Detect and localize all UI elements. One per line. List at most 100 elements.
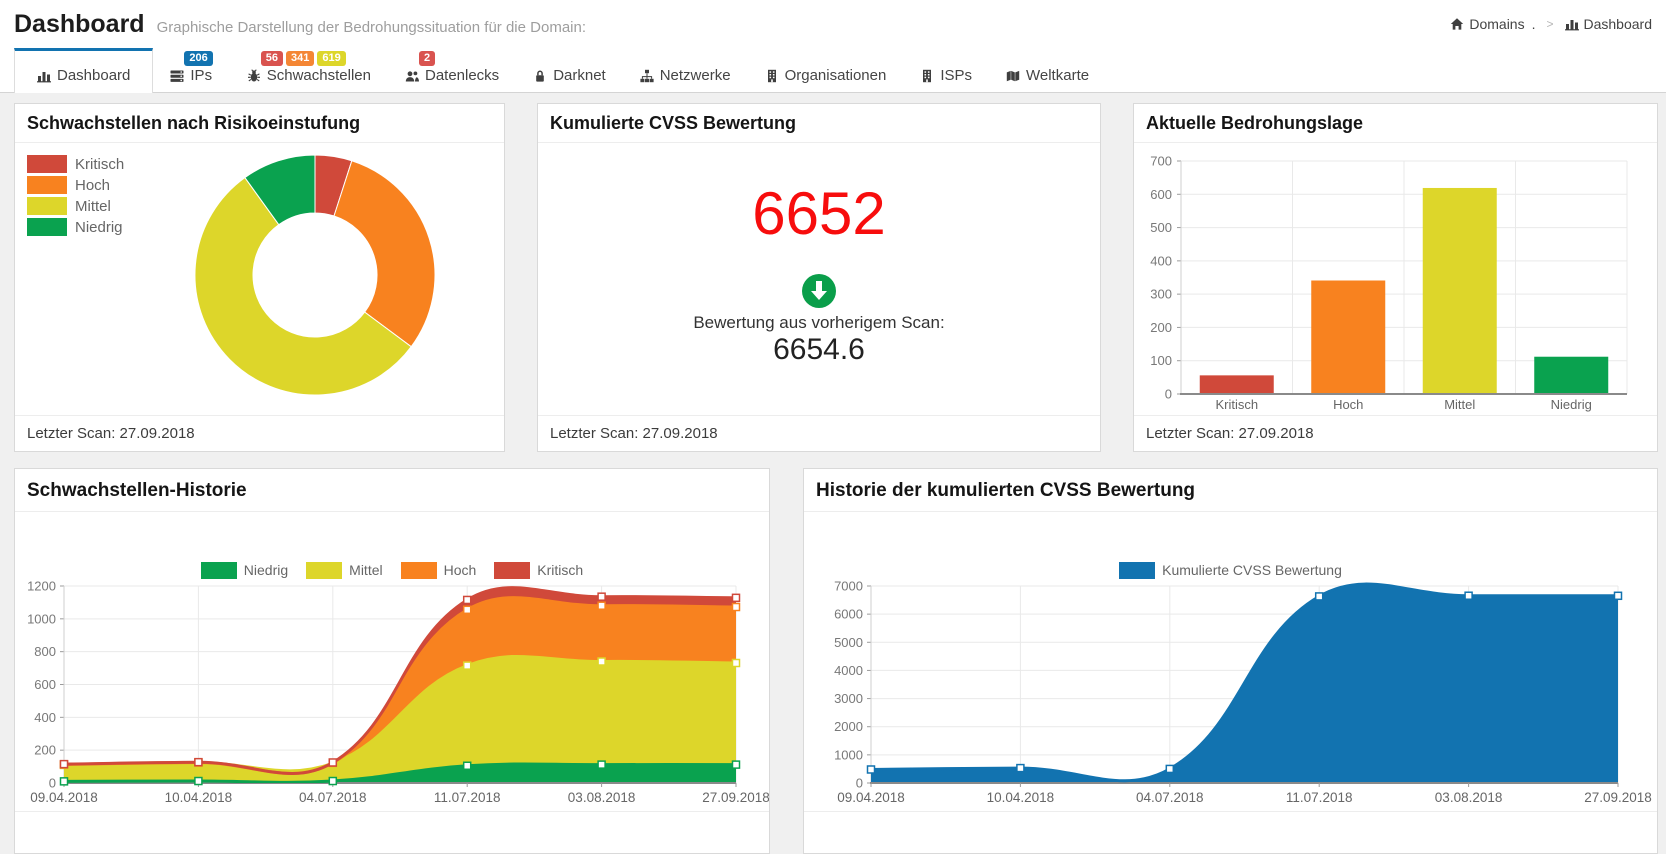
svg-text:600: 600 [34,677,56,692]
legend-swatch [200,561,237,579]
legend-label: Niedrig [243,562,289,578]
cvss-score-body: 6652 Bewertung aus vorherigem Scan: 6654… [538,143,1100,415]
panel-header: Kumulierte CVSS Bewertung [538,104,1100,143]
users-icon [405,70,419,81]
svg-text:Kritisch: Kritisch [1215,397,1258,412]
tab-label: Weltkarte [1026,67,1090,84]
svg-text:0: 0 [1165,387,1172,402]
legend-item-niedrig[interactable]: Niedrig [200,560,289,580]
legend-item-hoch[interactable]: Hoch [400,560,476,580]
panel-title: Aktuelle Bedrohungslage [1146,113,1364,133]
building-icon [923,69,932,82]
legend-item-mittel[interactable]: Mittel [306,560,383,580]
svg-text:6000: 6000 [834,607,863,622]
legend-label: Mittel [349,562,383,578]
panel-cvss-history: Historie der kumulierten CVSS Bewertung … [803,468,1658,854]
legend-label: Hoch [75,176,111,194]
legend-item-kumulierte-cvss-bewertung[interactable]: Kumulierte CVSS Bewertung [1119,560,1342,580]
svg-text:400: 400 [1150,253,1172,268]
tab-dashboard[interactable]: Dashboard [14,48,154,93]
tab-label: ISPs [940,67,972,84]
svg-text:11.07.2018: 11.07.2018 [434,790,501,805]
svg-text:0: 0 [49,776,56,791]
bar-chart-icon [1564,20,1579,31]
risk-donut-body: Kritisch Hoch Mittel Niedrig [15,143,504,415]
tab-label: Darknet [553,67,606,84]
legend-item-mittel[interactable]: Mittel [27,197,124,215]
tab-organisationen[interactable]: Organisationen [748,48,904,92]
tab-netzwerke[interactable]: Netzwerke [623,48,748,92]
legend-item-hoch[interactable]: Hoch [27,176,124,194]
svg-text:600: 600 [1150,187,1172,202]
svg-text:03.08.2018: 03.08.2018 [568,790,636,805]
panel-title: Schwachstellen-Historie [27,480,247,501]
tab-badges: 56 341 619 [260,51,346,66]
tab-darknet[interactable]: Darknet [516,48,623,92]
tab-schwachstellen[interactable]: 56 341 619 Schwachstellen [230,48,388,92]
legend-swatch [306,561,343,579]
vuln-history-body: Niedrig Mittel Hoch Kritisch 0 200 400 600 800 1… [15,512,769,811]
risk-donut-legend: Kritisch Hoch Mittel Niedrig [27,155,124,236]
page-title: Dashboard [14,10,145,38]
dashboard-page: { "header": { "title": "Dashboard", "sub… [0,0,1666,854]
tab-label: Schwachstellen [266,67,371,84]
cvss-history-legend: Kumulierte CVSS Bewertung [804,560,1657,580]
cvss-history-chart[interactable]: 0 1000 2000 3000 4000 5000 6000 7000 09.04.2018 1… [804,580,1657,811]
svg-text:10.04.2018: 10.04.2018 [165,790,233,805]
legend-item-niedrig[interactable]: Niedrig [27,218,124,236]
svg-text:27.09.2018: 27.09.2018 [1584,790,1652,805]
badge-ips: 206 [184,51,213,66]
legend-label: Kritisch [537,562,584,578]
building-icon [767,69,776,82]
legend-swatch [27,155,67,173]
svg-text:100: 100 [1150,353,1172,368]
breadcrumb-domains[interactable]: Domains [1450,16,1525,32]
svg-text:7000: 7000 [834,580,863,594]
tab-ips[interactable]: 206 IPs [153,48,229,92]
svg-text:0: 0 [856,776,863,791]
legend-swatch [1119,561,1156,579]
vuln-history-legend: Niedrig Mittel Hoch Kritisch [15,560,769,580]
legend-label: Kritisch [75,155,125,173]
tab-datenlecks[interactable]: 2 Datenlecks [388,48,516,92]
panel-risk-donut: Schwachstellen nach Risikoeinstufung Kri… [14,103,505,452]
svg-text:03.08.2018: 03.08.2018 [1435,790,1503,805]
badge-schwachstellen: 619 [317,51,346,66]
cvss-current-value: 6652 [752,180,886,247]
tab-isps[interactable]: ISPs [903,48,989,92]
bug-icon [247,68,260,81]
server-icon [170,70,184,82]
svg-text:4000: 4000 [834,663,863,678]
svg-text:04.07.2018: 04.07.2018 [299,790,367,805]
svg-text:11.07.2018: 11.07.2018 [1286,790,1353,805]
legend-label: Kumulierte CVSS Bewertung [1162,562,1342,578]
badge-schwachstellen: 341 [286,51,315,66]
tab-label: Dashboard [57,67,131,84]
bar-chart-icon [37,71,51,82]
svg-text:09.04.2018: 09.04.2018 [30,790,98,805]
previous-scan-value: 6654.6 [773,333,865,366]
main-tabbar: Dashboard 206 IPs 56 341 619 Schwachstellen 2 Da… [0,48,1666,93]
legend-label: Mittel [75,197,111,215]
vuln-history-chart[interactable]: 0 200 400 600 800 1000 1200 09.04.2018 10.04.201… [15,580,769,811]
panel-title: Schwachstellen nach Risikoeinstufung [27,113,361,133]
panel-footer [15,811,769,853]
tab-label: Organisationen [784,67,887,84]
panel-vuln-history: Schwachstellen-Historie Niedrig Mittel Hoc… [14,468,770,854]
svg-text:Niedrig: Niedrig [1551,397,1592,412]
threat-bar-chart[interactable]: 0 100 200 300 400 500 600 700 Kritisch Hoch Mittel… [1134,143,1657,415]
badge-datenlecks: 2 [418,51,436,66]
breadcrumb-domain: . [1531,16,1536,32]
svg-text:27.09.2018: 27.09.2018 [702,790,769,805]
breadcrumb-dashboard[interactable]: Dashboard [1564,16,1652,32]
svg-text:400: 400 [34,710,56,725]
legend-item-kritisch[interactable]: Kritisch [27,155,124,173]
panel-header: Aktuelle Bedrohungslage [1134,104,1657,143]
previous-scan-label: Bewertung aus vorherigem Scan: [693,313,945,332]
panel-footer [804,811,1657,853]
last-scan-label: Letzter Scan: 27.09.2018 [1134,415,1657,451]
legend-swatch [400,561,437,579]
legend-item-kritisch[interactable]: Kritisch [494,560,583,580]
legend-swatch [27,176,67,194]
tab-weltkarte[interactable]: Weltkarte [989,48,1106,92]
